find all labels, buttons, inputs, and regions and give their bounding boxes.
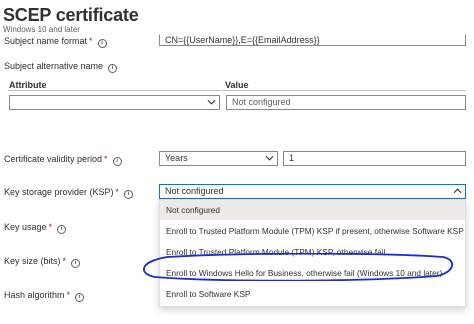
required-mark: * bbox=[66, 290, 71, 300]
ksp-option-windows-hello[interactable]: Enroll to Windows Hello for Business, ot… bbox=[160, 263, 465, 283]
san-value-input[interactable]: Not configured bbox=[226, 95, 466, 110]
more-options-button[interactable]: ··· bbox=[118, 6, 133, 20]
page-header: SCEP certificate ··· Windows 10 and late… bbox=[0, 0, 474, 36]
subject-name-format-field[interactable]: CN={{UserName}},E={{EmailAddress}} bbox=[159, 34, 466, 46]
validity-amount-input[interactable]: 1 bbox=[283, 151, 466, 166]
chevron-down-icon bbox=[453, 188, 462, 194]
validity-label: Certificate validity period * i bbox=[4, 154, 122, 166]
san-label: Subject alternative name i bbox=[4, 61, 118, 73]
ksp-dropdown-list: Not configured Enroll to Trusted Platfor… bbox=[159, 199, 466, 307]
hash-algorithm-label: Hash algorithm * i bbox=[4, 290, 85, 302]
key-usage-label-text: Key usage bbox=[4, 222, 47, 232]
validity-unit-value: Years bbox=[165, 153, 188, 163]
required-mark: * bbox=[48, 222, 53, 232]
hash-algorithm-label-text: Hash algorithm bbox=[4, 290, 65, 300]
san-value-header: Value bbox=[225, 80, 249, 90]
required-mark: * bbox=[89, 36, 93, 46]
info-icon[interactable]: i bbox=[112, 157, 122, 166]
info-icon[interactable]: i bbox=[108, 64, 118, 73]
required-mark: * bbox=[115, 187, 120, 197]
ksp-label: Key storage provider (KSP) * i bbox=[4, 187, 134, 199]
info-icon[interactable]: i bbox=[57, 225, 67, 234]
subject-name-format-text: Subject name format bbox=[4, 36, 88, 46]
info-icon[interactable]: i bbox=[97, 39, 107, 48]
key-usage-label: Key usage * i bbox=[4, 222, 67, 234]
san-label-text: Subject alternative name bbox=[4, 61, 104, 71]
ksp-select[interactable]: Not configured bbox=[159, 184, 466, 199]
ksp-label-text: Key storage provider (KSP) bbox=[4, 187, 114, 197]
san-attribute-header: Attribute bbox=[9, 80, 47, 90]
key-size-label: Key size (bits) * i bbox=[4, 256, 81, 268]
subject-name-format-label: Subject name format * i bbox=[4, 36, 107, 48]
ksp-option-software[interactable]: Enroll to Software KSP bbox=[160, 284, 465, 304]
chevron-down-icon bbox=[265, 155, 274, 161]
ksp-option-tpm-or-software[interactable]: Enroll to Trusted Platform Module (TPM) … bbox=[160, 221, 465, 241]
info-icon[interactable]: i bbox=[124, 190, 134, 199]
required-mark: * bbox=[104, 154, 108, 164]
validity-unit-select[interactable]: Years bbox=[159, 151, 278, 166]
chevron-down-icon bbox=[207, 99, 216, 105]
page-subtitle: Windows 10 and later bbox=[3, 25, 80, 34]
ksp-option-tpm-or-fail[interactable]: Enroll to Trusted Platform Module (TPM) … bbox=[160, 242, 465, 262]
ksp-option-not-configured[interactable]: Not configured bbox=[160, 200, 465, 220]
validity-label-text: Certificate validity period bbox=[4, 154, 103, 164]
info-icon[interactable]: i bbox=[71, 259, 81, 268]
san-attribute-select[interactable] bbox=[9, 95, 220, 110]
required-mark: * bbox=[62, 256, 67, 266]
ksp-selected-value: Not configured bbox=[165, 186, 224, 196]
key-size-label-text: Key size (bits) bbox=[4, 256, 61, 266]
info-icon[interactable]: i bbox=[75, 293, 85, 302]
table-header-divider bbox=[8, 90, 466, 91]
